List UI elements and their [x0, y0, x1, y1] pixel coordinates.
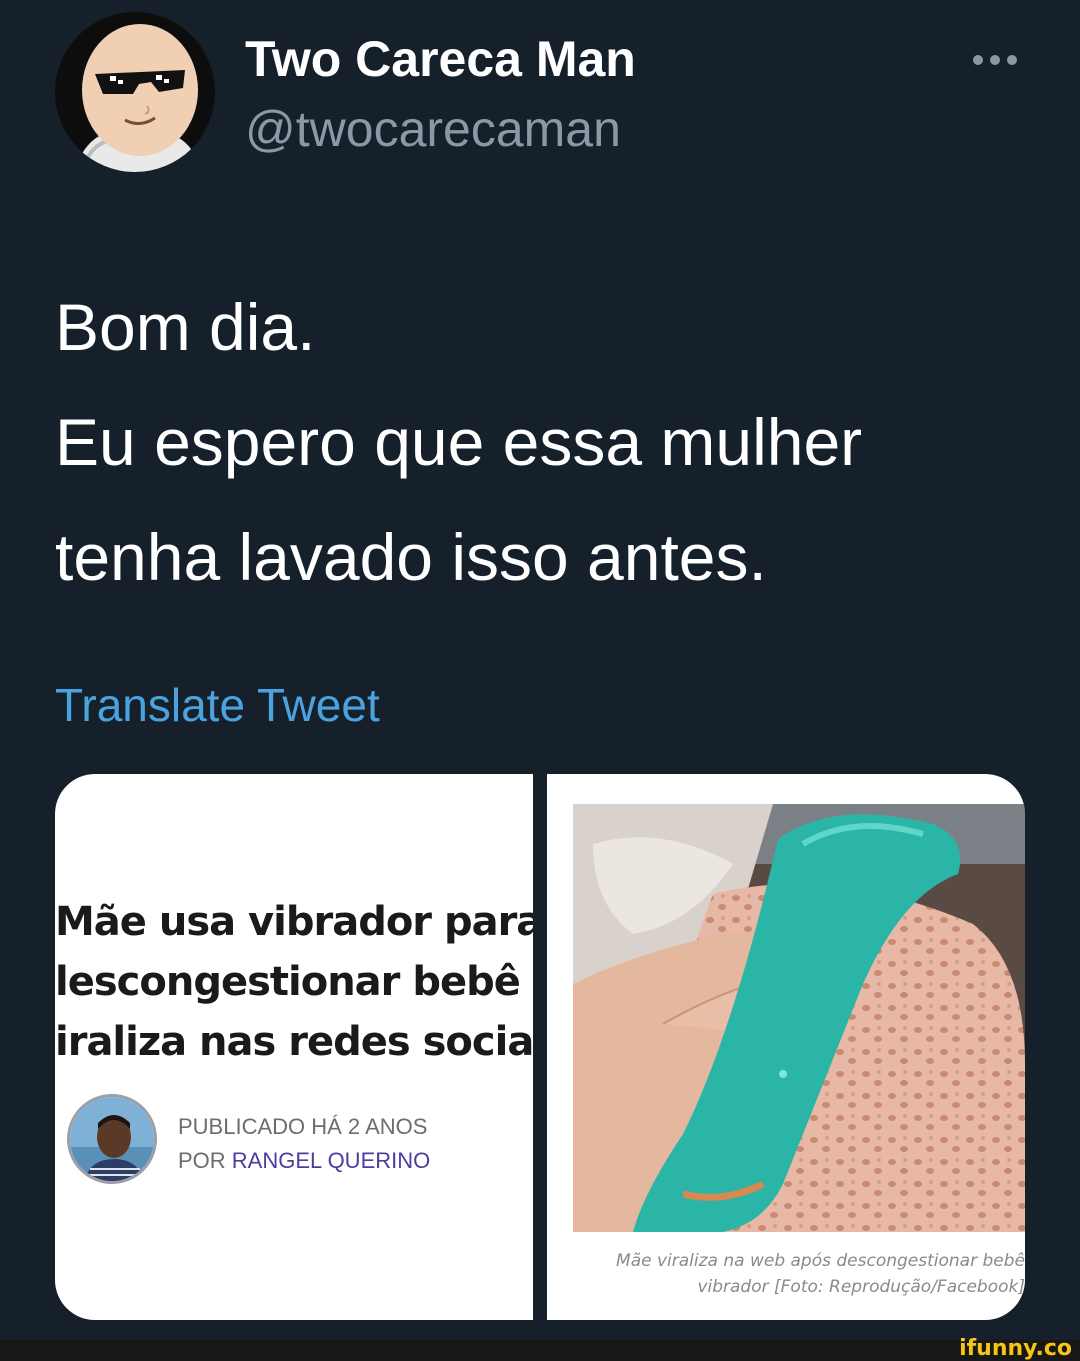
byline: POR RANGEL QUERINO — [178, 1144, 430, 1178]
byline-prefix: POR — [178, 1148, 232, 1173]
photo-caption: Mãe viraliza na web após descongestionar… — [547, 1248, 1025, 1300]
caption-line: Mãe viraliza na web após descongestionar… — [616, 1251, 1025, 1271]
photo-illustration — [573, 804, 1025, 1232]
headline-line: lescongestionar bebê e — [55, 959, 533, 1005]
published-date: PUBLICADO HÁ 2 ANOS — [178, 1114, 428, 1139]
headline-line: iraliza nas redes sociais — [55, 1019, 533, 1065]
bald-man-sunglasses-icon — [55, 12, 215, 172]
article-headline: Mãe usa vibrador para lescongestionar be… — [55, 892, 533, 1072]
dot — [1007, 55, 1017, 65]
article-photo — [573, 804, 1025, 1232]
author-photo-icon — [70, 1097, 154, 1181]
tweet-line: Bom dia. — [55, 290, 316, 364]
caption-line: vibrador [Foto: Reprodução/Facebook] — [697, 1277, 1025, 1297]
watermark-bar: ifunny.co — [0, 1336, 1080, 1361]
author-name[interactable]: RANGEL QUERINO — [232, 1148, 430, 1173]
article-screenshot-image[interactable]: Mãe usa vibrador para lescongestionar be… — [55, 774, 533, 1320]
ifunny-watermark: ifunny.co — [959, 1336, 1072, 1361]
headline-line: Mãe usa vibrador para — [55, 899, 533, 945]
dot — [990, 55, 1000, 65]
media-grid: Mãe usa vibrador para lescongestionar be… — [55, 774, 1025, 1320]
user-handle[interactable]: @twocarecaman — [245, 100, 621, 158]
display-name[interactable]: Two Careca Man — [245, 30, 636, 88]
article-meta: PUBLICADO HÁ 2 ANOS POR RANGEL QUERINO — [178, 1110, 430, 1178]
tweet-line: tenha lavado isso antes. — [55, 520, 767, 594]
user-avatar[interactable] — [55, 12, 215, 172]
tweet-text: Bom dia. Eu espero que essa mulher tenha… — [55, 270, 1045, 615]
photo-screenshot-image[interactable]: Mãe viraliza na web após descongestionar… — [547, 774, 1025, 1320]
translate-tweet-link[interactable]: Translate Tweet — [55, 678, 380, 732]
tweet-line: Eu espero que essa mulher — [55, 405, 863, 479]
dot — [973, 55, 983, 65]
author-avatar — [67, 1094, 157, 1184]
more-options-icon[interactable] — [965, 40, 1025, 80]
tweet-page: Two Careca Man @twocarecaman Bom dia. Eu… — [0, 0, 1080, 1361]
